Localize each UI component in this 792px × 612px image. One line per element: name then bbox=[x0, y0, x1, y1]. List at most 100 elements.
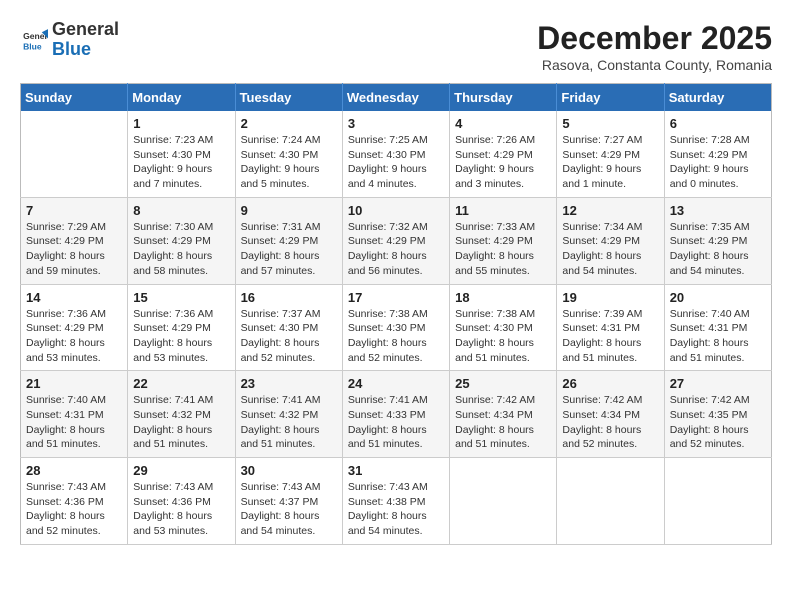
day-number: 20 bbox=[670, 290, 766, 305]
day-info: Sunrise: 7:41 AM Sunset: 4:32 PM Dayligh… bbox=[241, 393, 337, 452]
day-number: 25 bbox=[455, 376, 551, 391]
day-info: Sunrise: 7:43 AM Sunset: 4:38 PM Dayligh… bbox=[348, 480, 444, 539]
calendar-cell: 20 Sunrise: 7:40 AM Sunset: 4:31 PM Dayli… bbox=[664, 284, 771, 371]
day-info: Sunrise: 7:29 AM Sunset: 4:29 PM Dayligh… bbox=[26, 220, 122, 279]
calendar-cell: 28Sunrise: 7:43 AM Sunset: 4:36 PM Dayli… bbox=[21, 458, 128, 545]
calendar-cell: 4 Sunrise: 7:26 AM Sunset: 4:29 PM Daylig… bbox=[450, 111, 557, 197]
day-number: 18 bbox=[455, 290, 551, 305]
day-number: 23 bbox=[241, 376, 337, 391]
day-number: 9 bbox=[241, 203, 337, 218]
weekday-header-row: SundayMondayTuesdayWednesdayThursdayFrid… bbox=[21, 84, 772, 112]
day-number: 2 bbox=[241, 116, 337, 131]
day-info: Sunrise: 7:40 AM Sunset: 4:31 PM Dayligh… bbox=[670, 307, 766, 366]
weekday-header-wednesday: Wednesday bbox=[342, 84, 449, 112]
calendar-week-4: 28Sunrise: 7:43 AM Sunset: 4:36 PM Dayli… bbox=[21, 458, 772, 545]
day-number: 31 bbox=[348, 463, 444, 478]
calendar-cell: 9Sunrise: 7:31 AM Sunset: 4:29 PM Daylig… bbox=[235, 197, 342, 284]
day-info: Sunrise: 7:42 AM Sunset: 4:35 PM Dayligh… bbox=[670, 393, 766, 452]
day-info: Sunrise: 7:40 AM Sunset: 4:31 PM Dayligh… bbox=[26, 393, 122, 452]
day-number: 6 bbox=[670, 116, 766, 131]
day-number: 19 bbox=[562, 290, 658, 305]
day-info: Sunrise: 7:35 AM Sunset: 4:29 PM Dayligh… bbox=[670, 220, 766, 279]
calendar-cell bbox=[21, 111, 128, 197]
calendar-cell: 24Sunrise: 7:41 AM Sunset: 4:33 PM Dayli… bbox=[342, 371, 449, 458]
calendar-cell: 27 Sunrise: 7:42 AM Sunset: 4:35 PM Dayli… bbox=[664, 371, 771, 458]
calendar-cell: 11Sunrise: 7:33 AM Sunset: 4:29 PM Dayli… bbox=[450, 197, 557, 284]
day-number: 14 bbox=[26, 290, 122, 305]
weekday-header-saturday: Saturday bbox=[664, 84, 771, 112]
day-number: 22 bbox=[133, 376, 229, 391]
day-info: Sunrise: 7:25 AM Sunset: 4:30 PM Dayligh… bbox=[348, 133, 444, 192]
day-number: 24 bbox=[348, 376, 444, 391]
calendar-cell: 23 Sunrise: 7:41 AM Sunset: 4:32 PM Dayli… bbox=[235, 371, 342, 458]
day-info: Sunrise: 7:43 AM Sunset: 4:37 PM Dayligh… bbox=[241, 480, 337, 539]
calendar-cell: 30 Sunrise: 7:43 AM Sunset: 4:37 PM Dayli… bbox=[235, 458, 342, 545]
calendar-cell bbox=[664, 458, 771, 545]
calendar-cell bbox=[450, 458, 557, 545]
day-number: 29 bbox=[133, 463, 229, 478]
calendar-cell: 19 Sunrise: 7:39 AM Sunset: 4:31 PM Dayli… bbox=[557, 284, 664, 371]
weekday-header-friday: Friday bbox=[557, 84, 664, 112]
day-number: 4 bbox=[455, 116, 551, 131]
logo-icon: General Blue bbox=[20, 26, 48, 54]
day-info: Sunrise: 7:42 AM Sunset: 4:34 PM Dayligh… bbox=[455, 393, 551, 452]
calendar-week-1: 7 Sunrise: 7:29 AM Sunset: 4:29 PM Daylig… bbox=[21, 197, 772, 284]
calendar-cell: 14 Sunrise: 7:36 AM Sunset: 4:29 PM Dayli… bbox=[21, 284, 128, 371]
calendar-table: SundayMondayTuesdayWednesdayThursdayFrid… bbox=[20, 83, 772, 545]
logo: General Blue General Blue bbox=[20, 20, 119, 60]
day-number: 3 bbox=[348, 116, 444, 131]
day-number: 8 bbox=[133, 203, 229, 218]
calendar-cell: 10Sunrise: 7:32 AM Sunset: 4:29 PM Dayli… bbox=[342, 197, 449, 284]
day-info: Sunrise: 7:34 AM Sunset: 4:29 PM Dayligh… bbox=[562, 220, 658, 279]
day-number: 30 bbox=[241, 463, 337, 478]
day-info: Sunrise: 7:28 AM Sunset: 4:29 PM Dayligh… bbox=[670, 133, 766, 192]
day-number: 10 bbox=[348, 203, 444, 218]
day-number: 27 bbox=[670, 376, 766, 391]
day-info: Sunrise: 7:27 AM Sunset: 4:29 PM Dayligh… bbox=[562, 133, 658, 192]
day-info: Sunrise: 7:43 AM Sunset: 4:36 PM Dayligh… bbox=[133, 480, 229, 539]
day-info: Sunrise: 7:36 AM Sunset: 4:29 PM Dayligh… bbox=[133, 307, 229, 366]
day-info: Sunrise: 7:38 AM Sunset: 4:30 PM Dayligh… bbox=[455, 307, 551, 366]
calendar-cell: 29 Sunrise: 7:43 AM Sunset: 4:36 PM Dayli… bbox=[128, 458, 235, 545]
day-info: Sunrise: 7:38 AM Sunset: 4:30 PM Dayligh… bbox=[348, 307, 444, 366]
day-info: Sunrise: 7:37 AM Sunset: 4:30 PM Dayligh… bbox=[241, 307, 337, 366]
day-number: 7 bbox=[26, 203, 122, 218]
weekday-header-tuesday: Tuesday bbox=[235, 84, 342, 112]
calendar-cell: 18 Sunrise: 7:38 AM Sunset: 4:30 PM Dayli… bbox=[450, 284, 557, 371]
calendar-cell: 31 Sunrise: 7:43 AM Sunset: 4:38 PM Dayli… bbox=[342, 458, 449, 545]
day-number: 11 bbox=[455, 203, 551, 218]
day-info: Sunrise: 7:36 AM Sunset: 4:29 PM Dayligh… bbox=[26, 307, 122, 366]
calendar-cell: 6 Sunrise: 7:28 AM Sunset: 4:29 PM Daylig… bbox=[664, 111, 771, 197]
day-info: Sunrise: 7:23 AM Sunset: 4:30 PM Dayligh… bbox=[133, 133, 229, 192]
day-number: 21 bbox=[26, 376, 122, 391]
calendar-week-3: 21 Sunrise: 7:40 AM Sunset: 4:31 PM Dayli… bbox=[21, 371, 772, 458]
calendar-cell: 12Sunrise: 7:34 AM Sunset: 4:29 PM Dayli… bbox=[557, 197, 664, 284]
logo-text: General Blue bbox=[52, 20, 119, 60]
day-number: 16 bbox=[241, 290, 337, 305]
month-title: December 2025 bbox=[537, 20, 772, 57]
day-info: Sunrise: 7:26 AM Sunset: 4:29 PM Dayligh… bbox=[455, 133, 551, 192]
calendar-cell: 1Sunrise: 7:23 AM Sunset: 4:30 PM Daylig… bbox=[128, 111, 235, 197]
calendar-cell: 16 Sunrise: 7:37 AM Sunset: 4:30 PM Dayli… bbox=[235, 284, 342, 371]
weekday-header-monday: Monday bbox=[128, 84, 235, 112]
day-info: Sunrise: 7:43 AM Sunset: 4:36 PM Dayligh… bbox=[26, 480, 122, 539]
svg-text:Blue: Blue bbox=[23, 41, 42, 51]
location-subtitle: Rasova, Constanta County, Romania bbox=[537, 57, 772, 73]
calendar-cell: 2 Sunrise: 7:24 AM Sunset: 4:30 PM Daylig… bbox=[235, 111, 342, 197]
calendar-cell: 17Sunrise: 7:38 AM Sunset: 4:30 PM Dayli… bbox=[342, 284, 449, 371]
calendar-week-0: 1Sunrise: 7:23 AM Sunset: 4:30 PM Daylig… bbox=[21, 111, 772, 197]
title-area: December 2025 Rasova, Constanta County, … bbox=[537, 20, 772, 73]
calendar-cell: 13 Sunrise: 7:35 AM Sunset: 4:29 PM Dayli… bbox=[664, 197, 771, 284]
calendar-cell: 7 Sunrise: 7:29 AM Sunset: 4:29 PM Daylig… bbox=[21, 197, 128, 284]
day-info: Sunrise: 7:39 AM Sunset: 4:31 PM Dayligh… bbox=[562, 307, 658, 366]
day-number: 26 bbox=[562, 376, 658, 391]
day-number: 13 bbox=[670, 203, 766, 218]
day-info: Sunrise: 7:42 AM Sunset: 4:34 PM Dayligh… bbox=[562, 393, 658, 452]
day-info: Sunrise: 7:24 AM Sunset: 4:30 PM Dayligh… bbox=[241, 133, 337, 192]
weekday-header-thursday: Thursday bbox=[450, 84, 557, 112]
day-info: Sunrise: 7:30 AM Sunset: 4:29 PM Dayligh… bbox=[133, 220, 229, 279]
calendar-cell: 8 Sunrise: 7:30 AM Sunset: 4:29 PM Daylig… bbox=[128, 197, 235, 284]
day-info: Sunrise: 7:41 AM Sunset: 4:32 PM Dayligh… bbox=[133, 393, 229, 452]
calendar-cell: 21 Sunrise: 7:40 AM Sunset: 4:31 PM Dayli… bbox=[21, 371, 128, 458]
day-number: 5 bbox=[562, 116, 658, 131]
